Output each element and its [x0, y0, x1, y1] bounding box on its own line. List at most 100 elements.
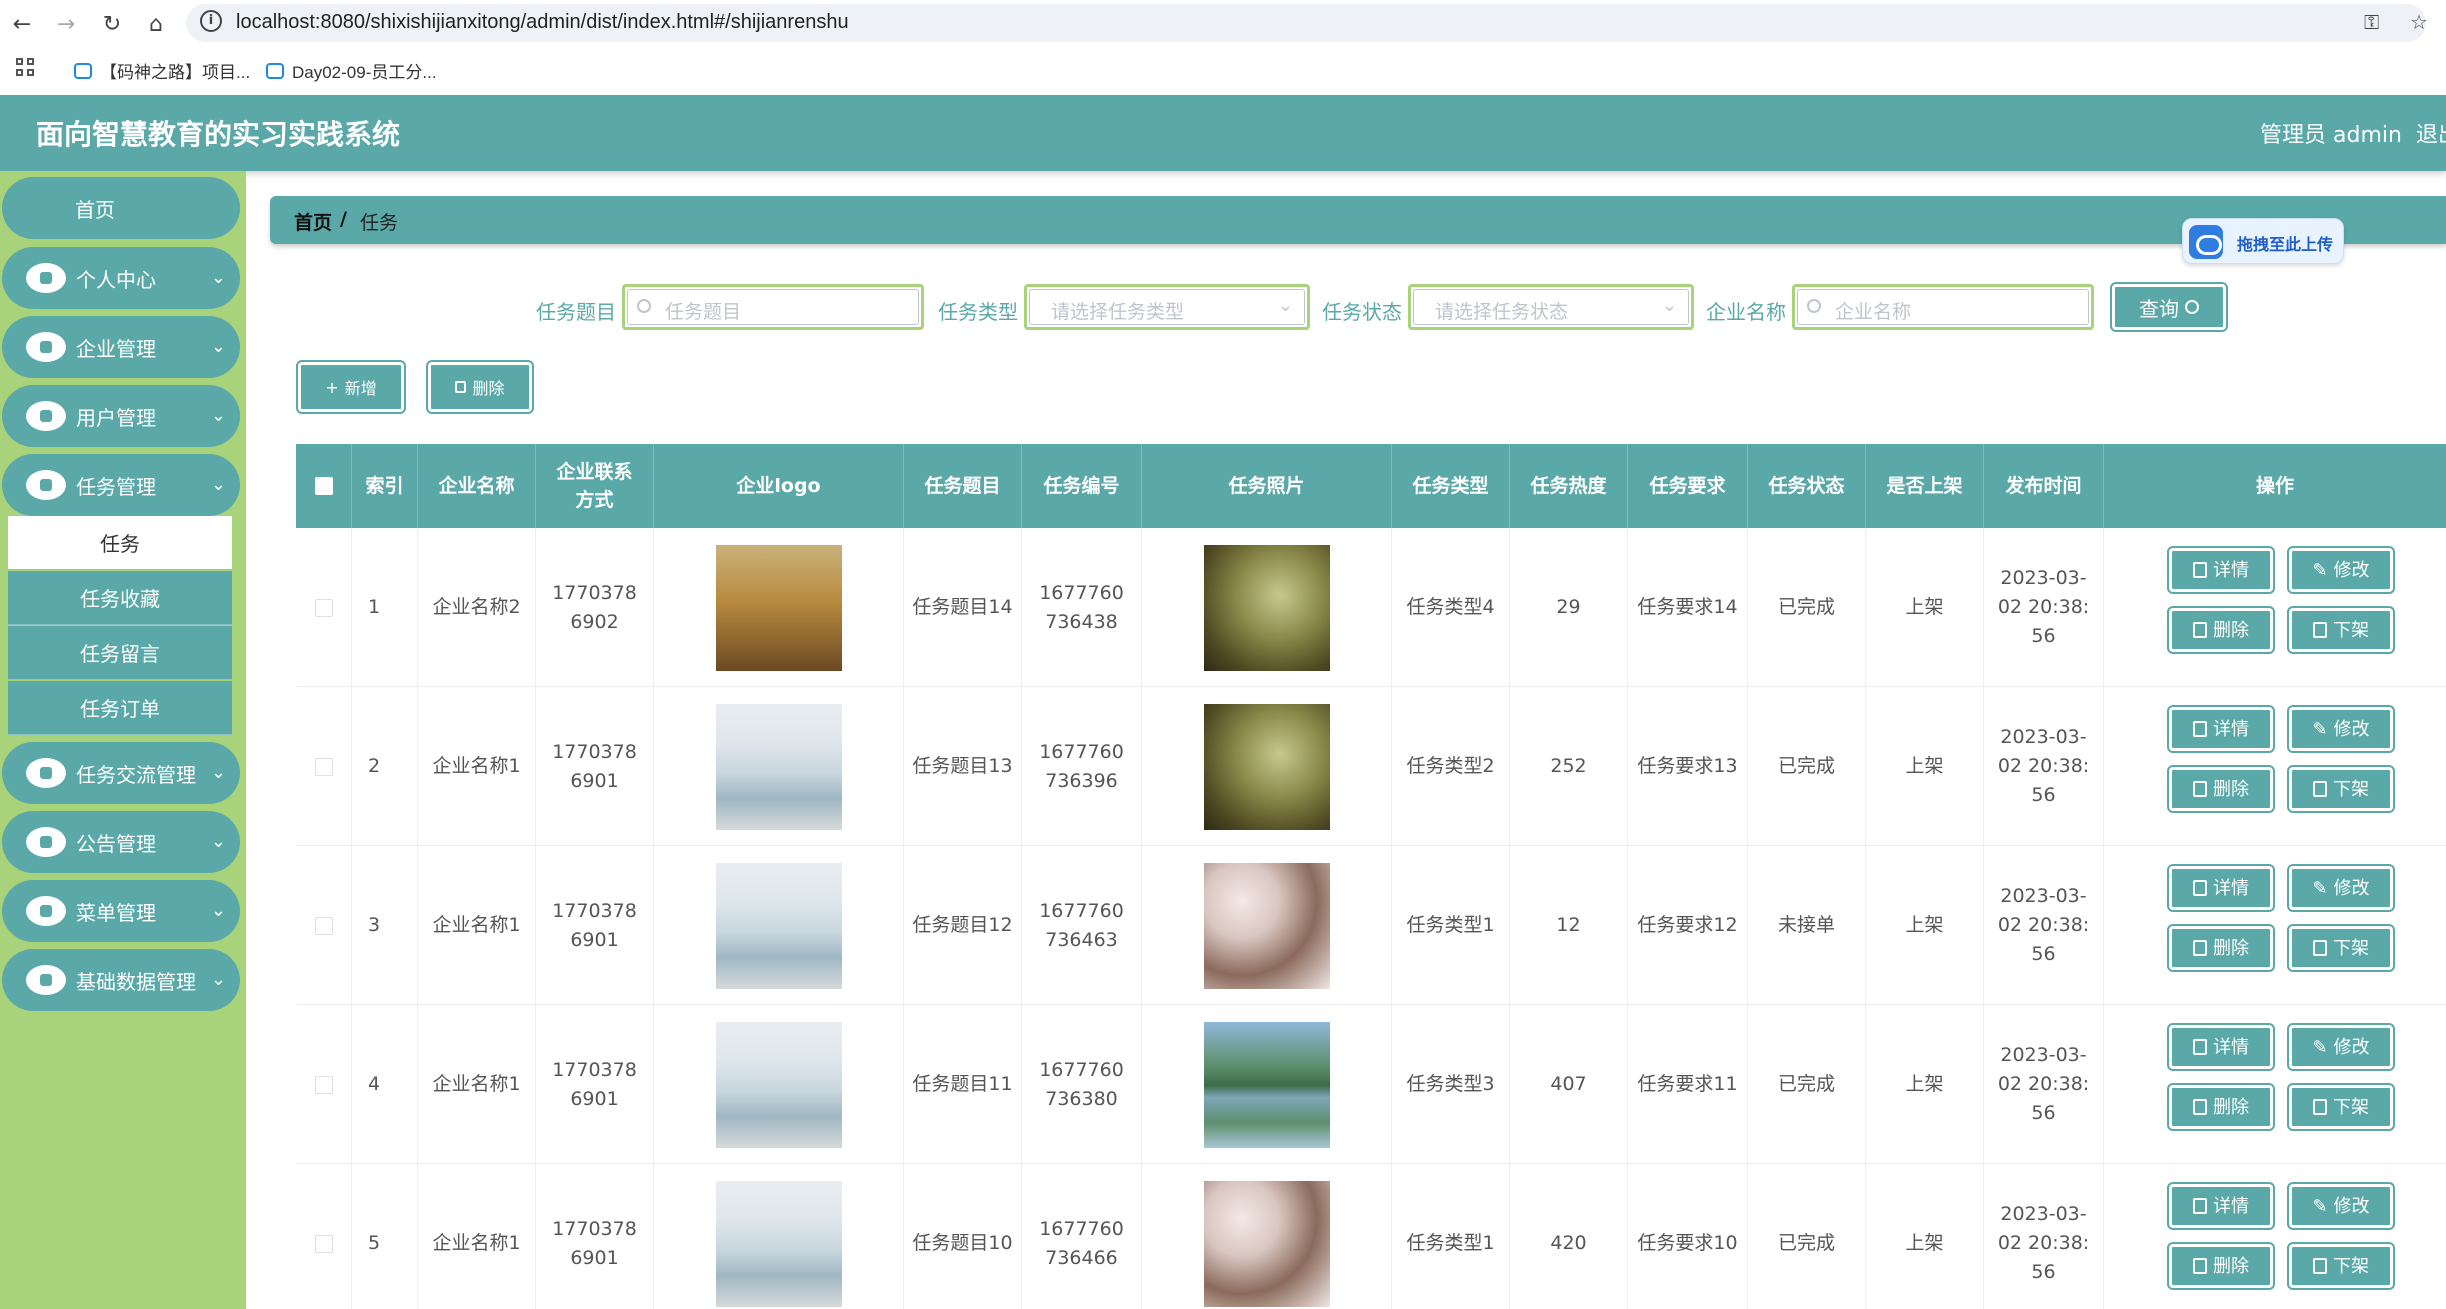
filter-title-label: 任务题目 [536, 300, 616, 324]
cell-company: 企业名称1 [418, 687, 536, 846]
search-icon [2185, 300, 2199, 314]
search-icon [637, 299, 651, 313]
logout-link[interactable]: 退出 [2416, 117, 2446, 149]
breadcrumb-separator: / [340, 208, 347, 230]
upload-badge[interactable]: 拖拽至此上传 [2182, 218, 2344, 264]
cell-logo [654, 1164, 904, 1309]
offshelf-button[interactable]: 下架 [2287, 1242, 2395, 1290]
detail-button[interactable]: 详情 [2167, 705, 2275, 753]
bookmark-item[interactable]: Day02-09-员工分... [266, 58, 437, 83]
document-icon [2193, 562, 2207, 578]
select-all-checkbox-cell[interactable] [296, 444, 352, 528]
filter-company-input[interactable]: 企业名称 [1792, 284, 2094, 330]
offshelf-button[interactable]: 下架 [2287, 606, 2395, 654]
row-checkbox[interactable] [314, 1075, 333, 1094]
cell-company: 企业名称1 [418, 846, 536, 1005]
edit-button[interactable]: ✎ 修改 [2287, 546, 2395, 594]
detail-button[interactable]: 详情 [2167, 864, 2275, 912]
offshelf-button-label: 下架 [2333, 937, 2369, 959]
breadcrumb-home[interactable]: 首页 [294, 208, 332, 235]
cell-company: 企业名称2 [418, 528, 536, 687]
edit-button[interactable]: ✎ 修改 [2287, 1182, 2395, 1230]
chevron-up-icon: ⌄ [210, 474, 226, 495]
submenu-item-task-favorites[interactable]: 任务收藏 [8, 571, 232, 625]
select-all-checkbox[interactable] [314, 477, 333, 495]
task-photo-image [1203, 703, 1330, 830]
sidebar-item-base-data[interactable]: 基础数据管理 ⌄ [2, 949, 240, 1011]
submenu-item-task-messages[interactable]: 任务留言 [8, 626, 232, 680]
cell-logo [654, 1005, 904, 1164]
detail-button[interactable]: 详情 [2167, 1023, 2275, 1071]
submenu-item-task-orders[interactable]: 任务订单 [8, 681, 232, 735]
delete-button[interactable]: 删除 [2167, 765, 2275, 813]
row-checkbox-cell[interactable] [296, 687, 352, 846]
filter-status-select[interactable]: 请选择任务状态 ⌄ [1408, 284, 1694, 330]
batch-delete-button[interactable]: 删除 [426, 360, 534, 414]
delete-button[interactable]: 删除 [2167, 1083, 2275, 1131]
filter-title-input[interactable]: 任务题目 [622, 284, 924, 330]
bookmark-label: Day02-09-员工分... [292, 63, 437, 82]
delete-button-label: 删除 [2213, 937, 2249, 959]
sidebar-item-home[interactable]: 首页 [2, 177, 240, 239]
query-button[interactable]: 查询 [2110, 282, 2228, 332]
bookmark-item[interactable]: 【码神之路】项目... [74, 58, 250, 83]
offshelf-button[interactable]: 下架 [2287, 765, 2395, 813]
pencil-icon: ✎ [2312, 1195, 2328, 1217]
star-icon[interactable]: ☆ [2410, 10, 2428, 34]
sidebar-item-users[interactable]: 用户管理 ⌄ [2, 385, 240, 447]
add-button[interactable]: + 新增 [296, 360, 406, 414]
home-icon[interactable]: ⌂ [140, 8, 172, 40]
filter-type-label: 任务类型 [938, 300, 1018, 324]
row-operations: 详情 ✎ 修改 删除 下架 [2167, 1023, 2409, 1145]
cell-requirement: 任务要求10 [1628, 1164, 1748, 1309]
company-logo-image [715, 703, 842, 830]
back-arrow-icon[interactable]: ← [6, 8, 38, 40]
submenu-item-task[interactable]: 任务 [8, 516, 232, 570]
company-logo-image [715, 1180, 842, 1307]
pencil-icon: ✎ [2312, 877, 2328, 899]
row-checkbox[interactable] [314, 598, 333, 617]
current-user: 管理员 admin [2260, 123, 2402, 148]
delete-button[interactable]: 删除 [2167, 606, 2275, 654]
cell-code: 1677760736396 [1022, 687, 1142, 846]
row-checkbox[interactable] [314, 1234, 333, 1253]
cell-shelf: 上架 [1866, 528, 1984, 687]
sidebar-item-tasks[interactable]: 任务管理 ⌄ [2, 454, 240, 516]
url-text[interactable]: localhost:8080/shixishijianxitong/admin/… [236, 11, 849, 34]
filter-company-label: 企业名称 [1706, 300, 1786, 324]
cell-index: 3 [352, 846, 418, 1005]
add-button-label: 新增 [344, 379, 377, 398]
filter-title-placeholder: 任务题目 [665, 301, 742, 323]
sidebar-item-personal[interactable]: 个人中心 ⌄ [2, 247, 240, 309]
trash-icon [2193, 622, 2207, 638]
row-checkbox-cell[interactable] [296, 1005, 352, 1164]
cell-status: 已完成 [1748, 528, 1866, 687]
task-photo-image [1203, 544, 1330, 671]
sidebar-item-menus[interactable]: 菜单管理 ⌄ [2, 880, 240, 942]
edit-button[interactable]: ✎ 修改 [2287, 705, 2395, 753]
filter-type-select[interactable]: 请选择任务类型 ⌄ [1024, 284, 1310, 330]
row-checkbox-cell[interactable] [296, 846, 352, 1005]
edit-button[interactable]: ✎ 修改 [2287, 864, 2395, 912]
detail-button[interactable]: 详情 [2167, 1182, 2275, 1230]
offshelf-button[interactable]: 下架 [2287, 1083, 2395, 1131]
sidebar-item-notices[interactable]: 公告管理 ⌄ [2, 811, 240, 873]
sidebar-item-company[interactable]: 企业管理 ⌄ [2, 316, 240, 378]
delete-button[interactable]: 删除 [2167, 1242, 2275, 1290]
site-info-icon[interactable]: i [200, 10, 222, 32]
row-checkbox-cell[interactable] [296, 528, 352, 687]
row-checkbox-cell[interactable] [296, 1164, 352, 1309]
forward-arrow-icon[interactable]: → [50, 8, 82, 40]
key-icon[interactable]: ⚿ [2364, 10, 2379, 34]
edit-button[interactable]: ✎ 修改 [2287, 1023, 2395, 1071]
delete-button[interactable]: 删除 [2167, 924, 2275, 972]
detail-button[interactable]: 详情 [2167, 546, 2275, 594]
offshelf-button[interactable]: 下架 [2287, 924, 2395, 972]
cell-company: 企业名称1 [418, 1005, 536, 1164]
sidebar-item-task-exchange[interactable]: 任务交流管理 ⌄ [2, 742, 240, 804]
row-checkbox[interactable] [314, 757, 333, 776]
app-title: 面向智慧教育的实习实践系统 [36, 118, 401, 151]
cell-ops: 详情 ✎ 修改 删除 下架 [2104, 687, 2446, 846]
row-checkbox[interactable] [314, 916, 333, 935]
reload-icon[interactable]: ↻ [96, 8, 128, 40]
